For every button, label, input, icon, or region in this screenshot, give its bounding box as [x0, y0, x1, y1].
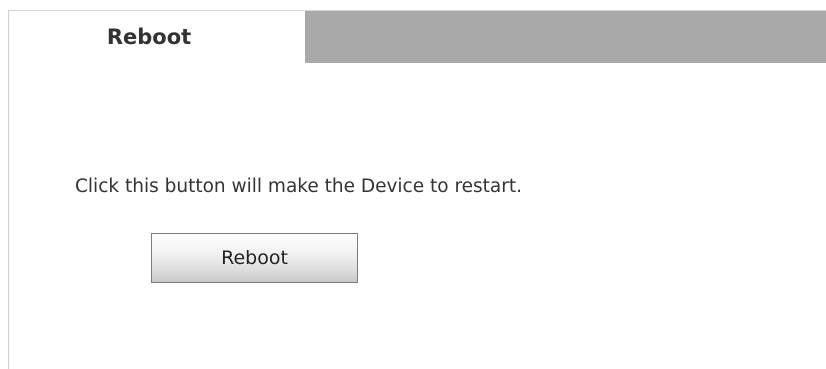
tab-reboot[interactable]: Reboot — [9, 11, 305, 63]
reboot-panel: Reboot Click this button will make the D… — [8, 10, 826, 369]
tab-bar: Reboot — [9, 11, 826, 63]
reboot-description: Click this button will make the Device t… — [75, 176, 522, 197]
tab-reboot-label: Reboot — [106, 25, 192, 49]
reboot-button[interactable]: Reboot — [151, 233, 358, 283]
tab-bar-filler — [305, 11, 826, 63]
